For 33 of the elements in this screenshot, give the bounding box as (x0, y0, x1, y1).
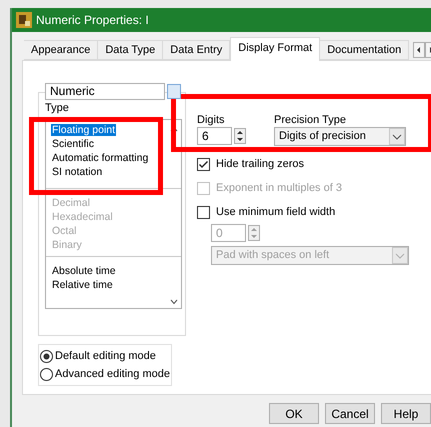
app-icon (16, 12, 32, 28)
tab[interactable]: Documentation (320, 40, 410, 60)
precision-type-label: Precision Type (274, 113, 347, 127)
checkbox-label: Hide trailing zeros (216, 156, 304, 172)
list-item[interactable]: Floating point (51, 124, 116, 136)
tab[interactable]: Data Entry (163, 40, 230, 60)
window-title: Numeric Properties: I (36, 12, 149, 29)
dialog-button[interactable]: Cancel (325, 403, 375, 424)
digits-field[interactable]: 6 (197, 127, 232, 145)
tab[interactable]: Data Type (98, 40, 164, 60)
checkbox-label: Exponent in multiples of 3 (216, 180, 342, 196)
radio-button[interactable] (40, 350, 53, 362)
list-item[interactable]: Automatic formatting (51, 152, 150, 164)
checkbox-label: Use minimum field width (216, 204, 336, 220)
scroll-down-icon[interactable] (170, 299, 178, 305)
list-item[interactable]: SI notation (51, 166, 104, 178)
dialog-button[interactable]: Help (381, 403, 431, 424)
dialog-button[interactable]: OK (269, 403, 319, 424)
checkbox[interactable] (197, 158, 210, 170)
precision-type-dropdown[interactable]: Digits of precision (274, 127, 406, 146)
spinner-arrows-icon[interactable] (234, 128, 246, 144)
checkbox[interactable] (197, 206, 210, 218)
radio-label: Advanced editing mode (55, 366, 170, 382)
list-item[interactable]: Absolute time (51, 265, 117, 277)
list-item[interactable]: Relative time (51, 279, 114, 291)
type-label: Type (45, 102, 70, 115)
object-selector-field[interactable]: Numeric (45, 83, 165, 100)
digits-label: Digits (197, 113, 226, 127)
radio-button[interactable] (40, 368, 53, 380)
tab[interactable]: Display Format (230, 37, 320, 61)
tab[interactable]: Appearance (24, 40, 98, 60)
list-item[interactable]: Scientific (51, 138, 96, 150)
radio-label: Default editing mode (55, 348, 156, 364)
